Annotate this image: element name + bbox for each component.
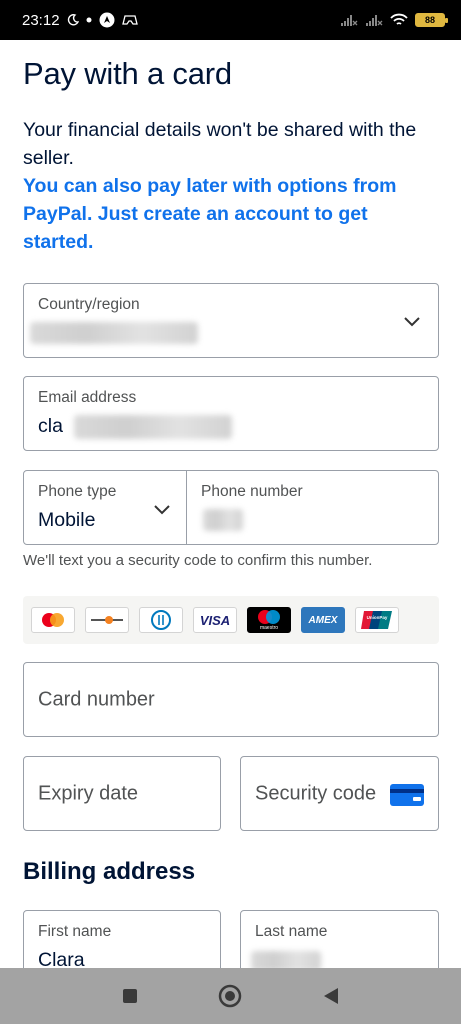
game-icon bbox=[121, 13, 138, 27]
home-circle-icon[interactable] bbox=[210, 976, 250, 1016]
maestro-icon: maestro bbox=[247, 607, 291, 633]
battery-icon: 88 bbox=[415, 13, 448, 27]
expiry-date-field[interactable]: Expiry date bbox=[23, 756, 221, 831]
status-time: 23:12 bbox=[22, 11, 60, 29]
redacted-value bbox=[74, 415, 232, 439]
signal-x-icon bbox=[365, 13, 383, 27]
card-number-field[interactable]: Card number bbox=[23, 662, 439, 737]
redacted-value bbox=[30, 322, 198, 344]
chevron-down-icon bbox=[404, 317, 420, 327]
phone-number-field[interactable]: Phone number bbox=[186, 470, 439, 545]
billing-address-title: Billing address bbox=[23, 858, 196, 885]
visa-text: VISA bbox=[199, 612, 231, 628]
back-triangle-icon[interactable] bbox=[311, 976, 351, 1016]
last-name-label: Last name bbox=[255, 923, 328, 940]
unionpay-text: UnionPay bbox=[367, 615, 388, 620]
redacted-value bbox=[203, 509, 243, 531]
discover-icon bbox=[85, 607, 129, 633]
amex-text: AMEX bbox=[308, 614, 338, 626]
country-select[interactable]: Country/region bbox=[23, 283, 439, 358]
status-bar: 23:12 88 bbox=[0, 0, 461, 40]
system-nav-bar bbox=[0, 968, 461, 1024]
page-title: Pay with a card bbox=[23, 56, 232, 91]
expiry-placeholder: Expiry date bbox=[38, 782, 139, 804]
amex-icon: AMEX bbox=[301, 607, 345, 633]
recents-square-icon[interactable] bbox=[110, 976, 150, 1016]
phone-type-value: Mobile bbox=[38, 509, 96, 531]
accepted-cards: VISA maestro AMEX UnionPay bbox=[23, 596, 439, 644]
mastercard-icon bbox=[31, 607, 75, 633]
email-value: cla bbox=[38, 415, 63, 437]
country-label: Country/region bbox=[38, 296, 140, 313]
card-cvv-icon bbox=[390, 784, 424, 806]
first-name-label: First name bbox=[38, 923, 112, 940]
signal-x-icon bbox=[340, 13, 358, 27]
moon-icon bbox=[67, 14, 79, 26]
email-field[interactable]: Email address cla bbox=[23, 376, 439, 451]
chevron-down-icon bbox=[154, 505, 170, 515]
navigation-icon bbox=[99, 12, 115, 28]
unionpay-icon: UnionPay bbox=[355, 607, 399, 633]
security-code-placeholder: Security code bbox=[255, 782, 377, 804]
visa-icon: VISA bbox=[193, 607, 237, 633]
privacy-info: Your financial details won't be shared w… bbox=[23, 119, 417, 169]
battery-level: 88 bbox=[424, 15, 435, 25]
phone-hint: We'll text you a security code to confir… bbox=[23, 552, 373, 569]
wifi-icon bbox=[390, 13, 408, 27]
card-number-placeholder: Card number bbox=[38, 688, 155, 710]
phone-number-label: Phone number bbox=[201, 483, 303, 500]
pay-later-link[interactable]: You can also pay later with options from… bbox=[23, 172, 439, 256]
dot-icon bbox=[86, 17, 92, 23]
phone-type-label: Phone type bbox=[38, 483, 117, 500]
phone-type-select[interactable]: Phone type Mobile bbox=[23, 470, 187, 545]
email-label: Email address bbox=[38, 389, 137, 406]
maestro-text: maestro bbox=[259, 625, 279, 631]
security-code-field[interactable]: Security code bbox=[240, 756, 439, 831]
diners-club-icon bbox=[139, 607, 183, 633]
